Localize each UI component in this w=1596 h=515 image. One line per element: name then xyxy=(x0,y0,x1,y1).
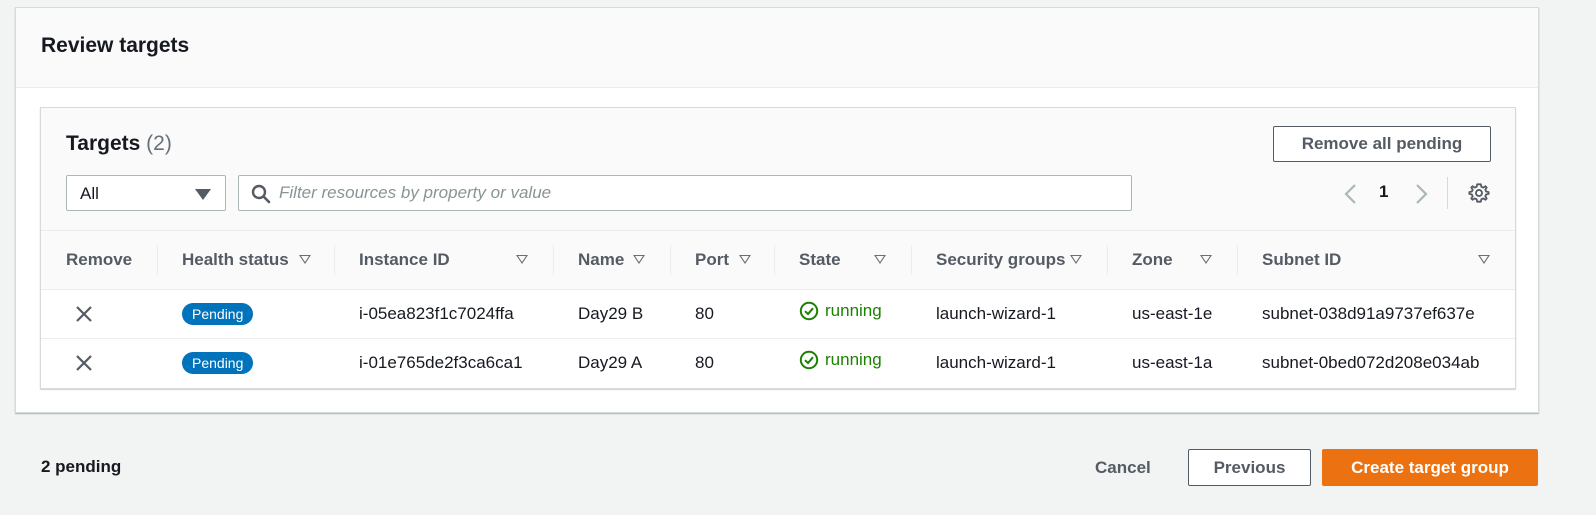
sort-icon xyxy=(633,255,645,264)
subnet-id-cell: subnet-038d91a9737ef637e xyxy=(1262,303,1475,323)
zone-cell: us-east-1a xyxy=(1132,352,1213,372)
cancel-button[interactable]: Cancel xyxy=(1095,458,1151,478)
close-icon[interactable] xyxy=(74,304,94,324)
remove-all-pending-button[interactable]: Remove all pending xyxy=(1273,126,1491,162)
remove-cell xyxy=(41,338,157,387)
column-header-state[interactable]: State xyxy=(774,231,911,289)
column-header-health-status[interactable]: Health status xyxy=(157,231,334,289)
remove-cell xyxy=(41,289,157,338)
pager-divider xyxy=(1447,177,1448,209)
page-number[interactable]: 1 xyxy=(1379,182,1388,202)
check-circle-icon xyxy=(799,351,819,370)
previous-button[interactable]: Previous xyxy=(1188,449,1311,486)
column-header-subnet-id[interactable]: Subnet ID xyxy=(1237,231,1515,289)
sort-icon xyxy=(1478,255,1490,264)
targets-table: Remove Health status Instance ID Name Po… xyxy=(41,231,1515,387)
gear-icon[interactable] xyxy=(1468,182,1490,204)
sort-icon xyxy=(739,255,751,264)
state-cell: running xyxy=(774,289,911,338)
caret-down-icon xyxy=(195,189,211,200)
status-badge: Pending xyxy=(182,351,254,374)
column-header-zone[interactable]: Zone xyxy=(1107,231,1237,289)
panel-title: Review targets xyxy=(41,34,190,57)
health-cell: Pending xyxy=(157,289,334,338)
subnet-id-cell: subnet-0bed072d208e034ab xyxy=(1262,352,1480,372)
targets-title: Targets xyxy=(66,132,141,155)
search-icon xyxy=(251,184,271,204)
port-cell: 80 xyxy=(695,352,714,372)
panel-header: Review targets xyxy=(16,8,1538,88)
state-cell: running xyxy=(774,338,911,387)
filter-select[interactable]: All xyxy=(66,175,226,211)
column-header-security-groups[interactable]: Security groups xyxy=(911,231,1107,289)
column-header-port[interactable]: Port xyxy=(670,231,774,289)
table-row: Pending i-05ea823f1c7024ffa Day29 B 80 r… xyxy=(41,289,1515,338)
instance-id-cell: i-01e765de2f3ca6ca1 xyxy=(359,352,523,372)
table-header-row: Remove Health status Instance ID Name Po… xyxy=(41,231,1515,289)
status-badge: Pending xyxy=(182,302,254,325)
review-targets-panel: Review targets Targets (2) Remove all pe… xyxy=(15,7,1539,413)
sort-icon xyxy=(1070,255,1082,264)
close-icon[interactable] xyxy=(74,353,94,373)
targets-container: Targets (2) Remove all pending All 1 xyxy=(40,107,1516,389)
port-cell: 80 xyxy=(695,303,714,323)
column-header-instance-id[interactable]: Instance ID xyxy=(334,231,553,289)
zone-cell: us-east-1e xyxy=(1132,303,1213,323)
sort-icon xyxy=(299,255,311,264)
sort-icon xyxy=(1200,255,1212,264)
table-row: Pending i-01e765de2f3ca6ca1 Day29 A 80 r… xyxy=(41,338,1515,387)
pending-count: 2 pending xyxy=(41,457,122,476)
column-header-name[interactable]: Name xyxy=(553,231,670,289)
health-cell: Pending xyxy=(157,338,334,387)
check-circle-icon xyxy=(799,301,819,321)
state-label: running xyxy=(825,350,882,370)
name-cell: Day29 B xyxy=(578,303,644,323)
chevron-left-icon[interactable] xyxy=(1341,182,1361,206)
security-group-cell: launch-wizard-1 xyxy=(936,303,1056,323)
instance-id-cell: i-05ea823f1c7024ffa xyxy=(359,303,514,323)
chevron-right-icon[interactable] xyxy=(1411,182,1431,206)
create-target-group-button[interactable]: Create target group xyxy=(1322,449,1538,486)
targets-count: (2) xyxy=(146,132,172,155)
search-box[interactable] xyxy=(238,175,1132,211)
security-group-cell: launch-wizard-1 xyxy=(936,352,1056,372)
state-label: running xyxy=(825,301,882,320)
filter-select-value: All xyxy=(80,184,99,203)
search-input[interactable] xyxy=(279,176,1119,210)
name-cell: Day29 A xyxy=(578,352,643,372)
targets-heading: Targets (2) xyxy=(66,132,172,156)
sort-icon xyxy=(874,255,886,264)
sort-icon xyxy=(516,255,528,264)
column-header-remove: Remove xyxy=(66,249,133,269)
targets-header: Targets (2) Remove all pending All 1 xyxy=(41,108,1515,231)
